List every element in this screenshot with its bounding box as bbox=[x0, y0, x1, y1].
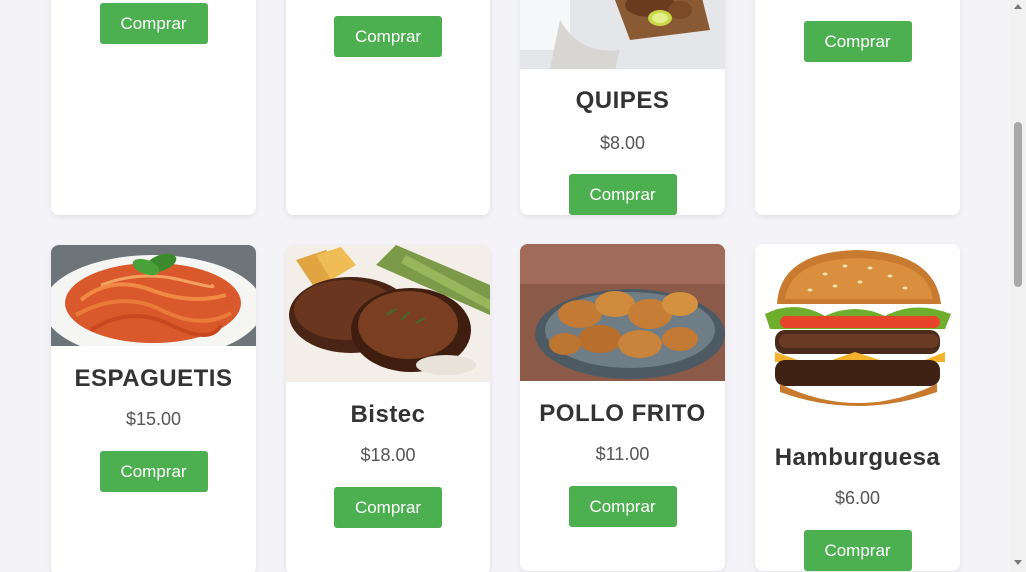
product-price: $11.00 bbox=[595, 444, 650, 464]
product-name: Hamburguesa bbox=[774, 444, 941, 471]
buy-button[interactable]: Comprar bbox=[803, 21, 912, 62]
buy-button[interactable]: Comprar bbox=[568, 486, 677, 527]
fried-chicken-photo bbox=[520, 244, 725, 381]
scroll-down-arrow-icon[interactable] bbox=[1014, 560, 1022, 565]
hamburger-photo bbox=[755, 244, 960, 422]
buy-button[interactable]: Comprar bbox=[99, 3, 208, 44]
product-card: Bistec $18.00 Comprar bbox=[286, 245, 490, 572]
product-card: ESPAGUETIS $15.00 Comprar bbox=[51, 245, 256, 572]
product-grid: Comprar Comprar QUIPES $8.00 Comprar Com… bbox=[0, 0, 1010, 572]
product-price: $6.00 bbox=[834, 488, 881, 508]
product-name: Bistec bbox=[350, 401, 426, 428]
product-card: Comprar bbox=[51, 0, 256, 215]
product-name: ESPAGUETIS bbox=[74, 365, 233, 392]
product-card: QUIPES $8.00 Comprar bbox=[520, 0, 725, 215]
buy-button[interactable]: Comprar bbox=[99, 451, 208, 492]
product-price: $15.00 bbox=[125, 409, 182, 429]
scroll-up-arrow-icon[interactable] bbox=[1014, 4, 1022, 9]
kibbeh-photo bbox=[520, 0, 725, 69]
product-card: Comprar bbox=[286, 0, 490, 215]
product-name: QUIPES bbox=[575, 87, 670, 114]
buy-button[interactable]: Comprar bbox=[334, 16, 442, 57]
product-card: Hamburguesa $6.00 Comprar bbox=[755, 244, 960, 571]
buy-button[interactable]: Comprar bbox=[334, 487, 442, 528]
steak-photo bbox=[286, 245, 490, 382]
product-card: POLLO FRITO $11.00 Comprar bbox=[520, 244, 725, 571]
vertical-scrollbar[interactable] bbox=[1010, 0, 1026, 572]
product-price: $8.00 bbox=[599, 133, 646, 153]
product-card: Comprar bbox=[755, 0, 960, 215]
product-price: $18.00 bbox=[360, 445, 416, 465]
spaghetti-photo bbox=[51, 245, 256, 346]
product-name: POLLO FRITO bbox=[539, 400, 706, 427]
buy-button[interactable]: Comprar bbox=[803, 530, 912, 571]
scrollbar-thumb[interactable] bbox=[1014, 122, 1022, 287]
buy-button[interactable]: Comprar bbox=[568, 174, 677, 215]
